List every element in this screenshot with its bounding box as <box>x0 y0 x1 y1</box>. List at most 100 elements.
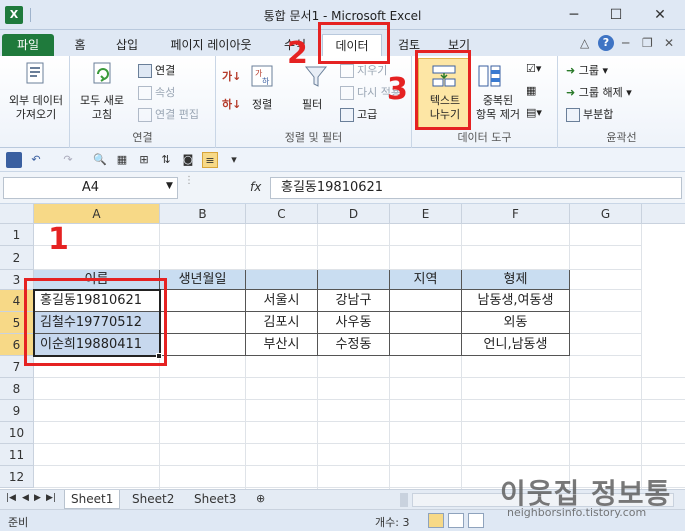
cell-e4[interactable] <box>390 290 462 312</box>
select-all-corner[interactable] <box>0 204 34 224</box>
refresh-all-button[interactable]: 모두 새로 고침 <box>74 94 130 122</box>
row-header-8[interactable]: 8 <box>0 378 34 400</box>
sort-qat-icon[interactable]: ⇅ <box>158 152 174 168</box>
redo-icon[interactable]: ↷ <box>60 152 76 168</box>
help-icon[interactable]: ? <box>598 35 614 51</box>
align-icon[interactable]: ≡ <box>202 152 218 168</box>
print-preview-icon[interactable]: 🔍 <box>92 152 108 168</box>
header-cell-name[interactable]: 이름 <box>34 270 160 290</box>
page-layout-view-icon[interactable] <box>448 513 464 528</box>
table-icon[interactable]: ▦ <box>114 152 130 168</box>
clear-filter-button[interactable]: 지우기 <box>340 62 387 78</box>
tab-file[interactable]: 파일 <box>2 34 54 56</box>
ungroup-button[interactable]: ➜ 그룹 해제 ▾ <box>566 84 632 100</box>
cell-g1[interactable] <box>570 224 642 246</box>
camera-icon[interactable]: ◙ <box>180 152 196 168</box>
sheet-tab-1[interactable]: Sheet1 <box>64 490 121 509</box>
row-header-2[interactable]: 2 <box>0 246 34 270</box>
sort-za-icon[interactable]: 하↓ <box>222 96 241 112</box>
column-header-d[interactable]: D <box>318 204 390 224</box>
data-validation-icon[interactable]: ☑▾ <box>526 62 541 75</box>
formula-input[interactable]: 홍길동19810621 <box>270 177 682 199</box>
scrollbar-splitter[interactable] <box>400 493 408 507</box>
cell-b5[interactable] <box>160 312 246 334</box>
row-header-10[interactable]: 10 <box>0 422 34 444</box>
cell-f2[interactable] <box>462 246 570 270</box>
fill-handle[interactable] <box>156 353 162 359</box>
cell-d6[interactable]: 수정동 <box>318 334 390 356</box>
cell-b2[interactable] <box>160 246 246 270</box>
minimize-button[interactable]: ─ <box>560 4 588 26</box>
insert-sheet-icon[interactable]: ⊕ <box>256 492 265 505</box>
borders-icon[interactable]: ⊞ <box>136 152 152 168</box>
cell-c5[interactable]: 김포시 <box>246 312 318 334</box>
row-header-9[interactable]: 9 <box>0 400 34 422</box>
minimize-ribbon-icon[interactable]: △ <box>580 36 589 50</box>
row-header-7[interactable]: 7 <box>0 356 34 378</box>
cell-f1[interactable] <box>462 224 570 246</box>
sort-az-icon[interactable]: 가↓ <box>222 68 241 84</box>
column-header-b[interactable]: B <box>160 204 246 224</box>
properties-button[interactable]: 속성 <box>138 84 175 100</box>
header-cell-birthdate[interactable]: 생년월일 <box>160 270 246 290</box>
cell-e1[interactable] <box>390 224 462 246</box>
cell-a5[interactable]: 김철수19770512 <box>34 312 160 334</box>
close-button[interactable]: ✕ <box>646 4 674 26</box>
row-header-12[interactable]: 12 <box>0 466 34 488</box>
undo-icon[interactable]: ↶ <box>28 152 44 168</box>
last-sheet-icon[interactable]: ▶| <box>46 493 56 503</box>
header-cell-d3[interactable] <box>318 270 390 290</box>
cell-e6[interactable] <box>390 334 462 356</box>
cell-e2[interactable] <box>390 246 462 270</box>
connections-button[interactable]: 연결 <box>138 62 175 78</box>
row-header-4[interactable]: 4 <box>0 290 34 312</box>
row-header-5[interactable]: 5 <box>0 312 34 334</box>
cell-f5[interactable]: 외동 <box>462 312 570 334</box>
row-header-1[interactable]: 1 <box>0 224 34 246</box>
column-header-e[interactable]: E <box>390 204 462 224</box>
cell-f4[interactable]: 남동생,여동생 <box>462 290 570 312</box>
tab-insert[interactable]: 삽입 <box>110 34 144 56</box>
edit-links-button[interactable]: 연결 편집 <box>138 106 199 122</box>
empty-cells-area[interactable] <box>34 356 685 489</box>
header-cell-region[interactable]: 지역 <box>390 270 462 290</box>
tab-data[interactable]: 데이터 <box>322 34 382 56</box>
cell-d4[interactable]: 강남구 <box>318 290 390 312</box>
cell-f6[interactable]: 언니,남동생 <box>462 334 570 356</box>
cell-g5[interactable] <box>570 312 642 334</box>
cell-d5[interactable]: 사우동 <box>318 312 390 334</box>
text-to-columns-button[interactable]: 텍스트 나누기 <box>420 94 470 122</box>
column-header-a[interactable]: A <box>34 204 160 224</box>
filter-button[interactable]: 필터 <box>302 96 322 112</box>
prev-sheet-icon[interactable]: ◀ <box>22 493 29 503</box>
tab-home[interactable]: 홈 <box>66 34 94 56</box>
cell-g3[interactable] <box>570 270 642 290</box>
page-break-view-icon[interactable] <box>468 513 484 528</box>
window-close-icon[interactable]: ✕ <box>664 36 674 50</box>
sheet-tab-2[interactable]: Sheet2 <box>126 490 180 509</box>
row-header-6[interactable]: 6 <box>0 334 34 356</box>
what-if-icon[interactable]: ▤▾ <box>526 106 542 119</box>
cell-g6[interactable] <box>570 334 642 356</box>
group-button[interactable]: ➜ 그룹 ▾ <box>566 62 608 78</box>
save-icon[interactable] <box>6 152 22 168</box>
sort-button[interactable]: 정렬 <box>252 96 272 112</box>
row-header-11[interactable]: 11 <box>0 444 34 466</box>
window-min-icon[interactable]: ─ <box>622 36 629 50</box>
external-data-button[interactable]: 외부 데이터 가져오기 <box>4 94 68 122</box>
cell-g4[interactable] <box>570 290 642 312</box>
row-header-3[interactable]: 3 <box>0 270 34 290</box>
next-sheet-icon[interactable]: ▶ <box>34 493 41 503</box>
header-cell-siblings[interactable]: 형제 <box>462 270 570 290</box>
cell-a4-active[interactable]: 홍길동19810621 <box>34 290 160 312</box>
remove-duplicates-button[interactable]: 중복된 항목 제거 <box>472 94 524 122</box>
column-header-c[interactable]: C <box>246 204 318 224</box>
consolidate-icon[interactable]: ▦ <box>526 84 536 97</box>
tab-review[interactable]: 검토 <box>392 34 426 56</box>
cell-d1[interactable] <box>318 224 390 246</box>
cell-c6[interactable]: 부산시 <box>246 334 318 356</box>
customize-qat-icon[interactable]: ▾ <box>226 152 242 168</box>
cell-c1[interactable] <box>246 224 318 246</box>
name-box[interactable]: A4 <box>3 177 178 199</box>
resize-handle-icon[interactable]: ⋮ <box>184 175 194 186</box>
